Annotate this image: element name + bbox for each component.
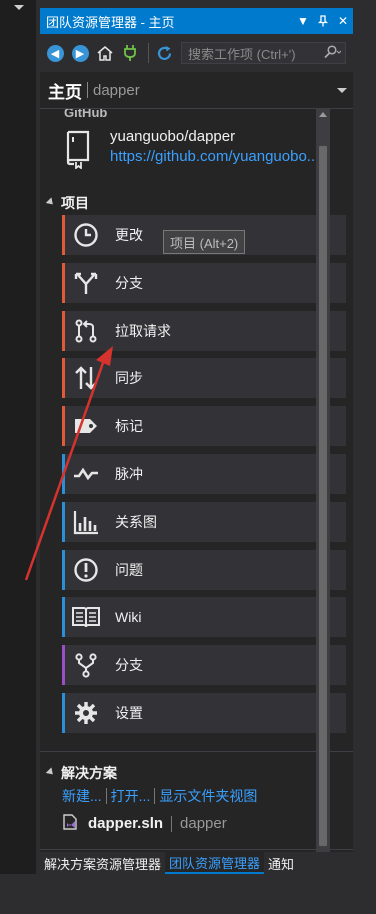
- annotation-arrow: [24, 346, 113, 581]
